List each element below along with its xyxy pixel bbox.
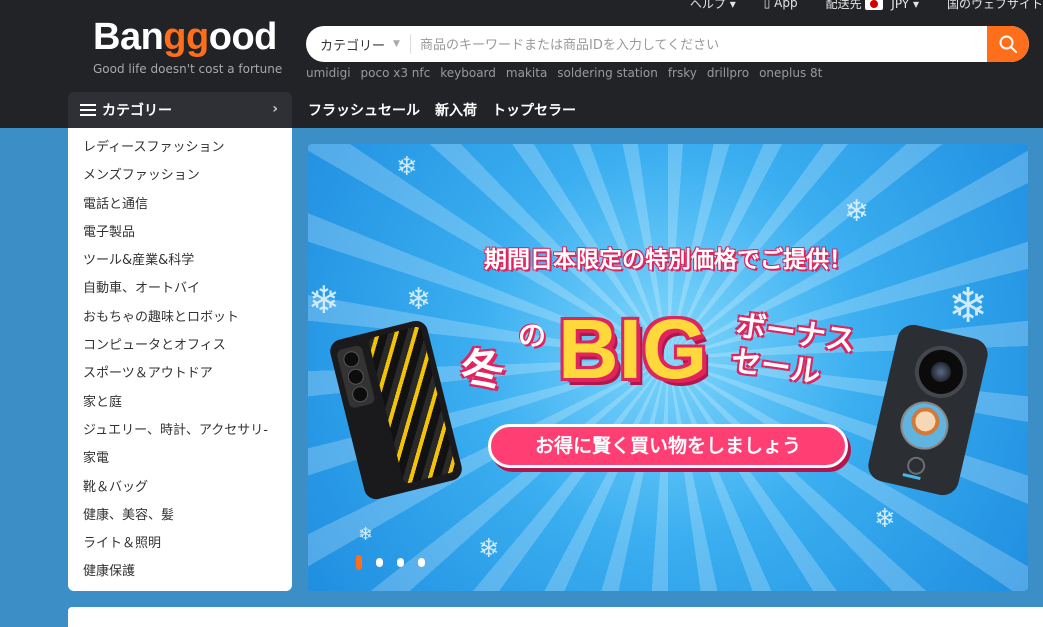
category-item[interactable]: ツール&産業&科学 (68, 247, 292, 275)
main-nav: フラッシュセール 新入荷 トップセラー (308, 100, 576, 120)
phone-icon: ▯ (763, 0, 771, 10)
snowflake-icon: ❄ (874, 504, 896, 534)
snowflake-icon: ❄ (844, 194, 870, 229)
banner-subtitle: 期間日本限定の特別価格でご提供！ (484, 247, 852, 273)
category-item[interactable]: スポーツ＆アウトドア (68, 360, 292, 388)
banner-cta-pill[interactable]: お得に賢く買い物をしましょう (488, 424, 848, 468)
chevron-right-icon: › (272, 101, 278, 117)
carousel-dot[interactable] (418, 558, 425, 567)
search-button[interactable] (987, 26, 1029, 62)
hot-keyword-link[interactable]: frsky (668, 66, 697, 80)
hamburger-menu-icon (80, 104, 96, 116)
banner-title-bonus-sale: ボーナス セール (728, 307, 858, 391)
hero-banner[interactable]: ❄ ❄ ❄ ❄ ❄ ❄ ❄ ❄ ❄ 期間日本限定の特別価格でご提供！ 冬 の B… (308, 144, 1028, 591)
category-item[interactable]: 靴＆バッグ (68, 474, 292, 502)
carousel-dot[interactable] (376, 558, 383, 567)
category-item[interactable]: ライト＆照明 (68, 530, 292, 558)
category-item[interactable]: 健康保護 (68, 558, 292, 586)
categories-menu-header[interactable]: カテゴリー › (68, 92, 292, 128)
hot-keyword-link[interactable]: soldering station (557, 66, 658, 80)
hot-keyword-link[interactable]: oneplus 8t (759, 66, 822, 80)
banggood-logo[interactable]: Banggood (93, 14, 277, 60)
content-card (68, 607, 1043, 627)
search-category-dropdown[interactable]: カテゴリー ▼ (306, 26, 410, 62)
banner-title-winter: 冬 (457, 342, 508, 399)
snowflake-icon: ❄ (478, 534, 500, 564)
japan-flag-icon (865, 0, 884, 10)
logo-tagline: Good life doesn't cost a fortune (93, 62, 283, 76)
banner-title-no: の (518, 319, 547, 352)
search-bar: カテゴリー ▼ (306, 26, 1029, 62)
category-item[interactable]: ジュエリー、時計、アクセサリ- (68, 417, 292, 445)
carousel-dot[interactable] (397, 558, 404, 567)
snowflake-icon: ❄ (406, 282, 432, 317)
category-item[interactable]: 健康、美容、髪 (68, 502, 292, 530)
category-item[interactable]: レディースファッション (68, 134, 292, 162)
category-item[interactable]: 電話と通信 (68, 191, 292, 219)
country-site-link[interactable]: 国のウェブサイト (947, 0, 1043, 12)
category-item[interactable]: メンズファッション (68, 162, 292, 190)
app-link[interactable]: ▯ App (764, 0, 798, 10)
snowflake-icon: ❄ (308, 278, 340, 322)
snowflake-icon: ❄ (358, 524, 374, 545)
hot-keyword-link[interactable]: drillpro (707, 66, 749, 80)
banner-title-big: BIG (558, 302, 708, 396)
category-item[interactable]: 自動車、オートバイ (68, 275, 292, 303)
snowflake-icon: ❄ (948, 278, 989, 334)
carousel-dots (356, 555, 425, 570)
hot-keyword-link[interactable]: poco x3 nfc (361, 66, 431, 80)
ship-to-selector[interactable]: 配送先 JPY ▾ (826, 0, 919, 12)
category-sidebar: レディースファッション メンズファッション 電話と通信 電子製品 ツール&産業&科学 自動… (68, 128, 292, 591)
site-header: ヘルプ ▾ ▯ App 配送先 JPY ▾ 国のウェブサイト Banggood … (0, 0, 1043, 128)
hot-keyword-link[interactable]: makita (506, 66, 547, 80)
top-links: ヘルプ ▾ ▯ App 配送先 JPY ▾ 国のウェブサイト (690, 0, 1043, 12)
category-item[interactable]: 家と庭 (68, 389, 292, 417)
search-input[interactable] (418, 26, 982, 62)
snowflake-icon: ❄ (396, 152, 418, 182)
nav-top-sellers[interactable]: トップセラー (492, 100, 576, 120)
nav-flash-sale[interactable]: フラッシュセール (308, 100, 420, 120)
search-divider (410, 34, 411, 54)
category-item[interactable]: おもちゃの趣味とロボット (68, 304, 292, 332)
hot-keywords: umidigi poco x3 nfc keyboard makita solderin… (306, 66, 822, 80)
carousel-dot[interactable] (356, 555, 362, 570)
category-item[interactable]: 電子製品 (68, 219, 292, 247)
category-item[interactable]: コンピュータとオフィス (68, 332, 292, 360)
search-icon (999, 35, 1017, 53)
hot-keyword-link[interactable]: keyboard (440, 66, 496, 80)
category-item[interactable]: 家電 (68, 445, 292, 473)
banner-title: 冬 の BIG ボーナス セール (458, 302, 888, 398)
help-link[interactable]: ヘルプ ▾ (690, 0, 736, 12)
nav-new-arrivals[interactable]: 新入荷 (435, 100, 477, 120)
hot-keyword-link[interactable]: umidigi (306, 66, 351, 80)
caret-down-icon: ▼ (393, 39, 400, 49)
